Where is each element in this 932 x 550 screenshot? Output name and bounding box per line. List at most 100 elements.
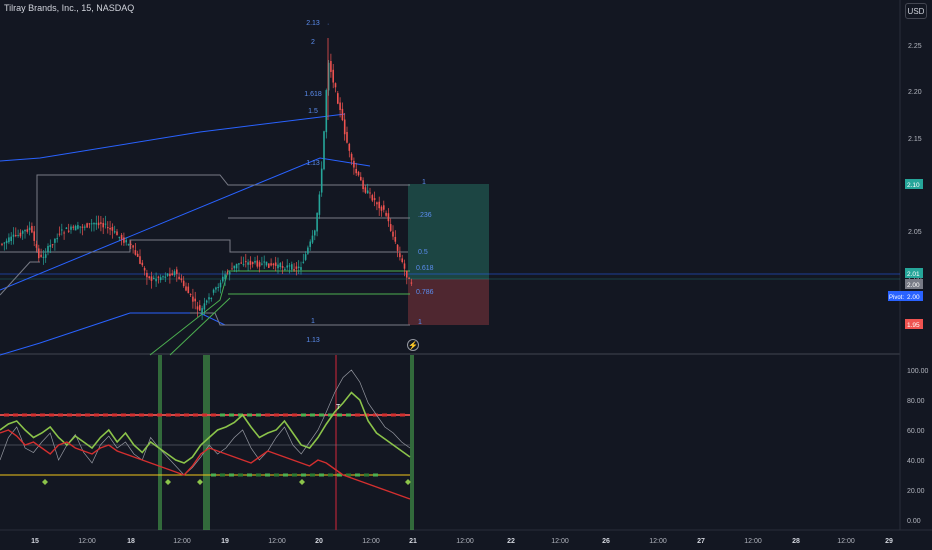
- candle-body: [226, 272, 229, 274]
- symbol-title[interactable]: Tilray Brands, Inc., 15, NASDAQ: [4, 3, 134, 13]
- candle-body: [380, 206, 383, 211]
- candle-body: [279, 263, 282, 268]
- candle-body: [196, 306, 199, 310]
- candle-body: [173, 271, 176, 276]
- candle-body: [360, 176, 362, 181]
- candle-body: [139, 256, 141, 264]
- candle-body: [79, 226, 81, 228]
- candle-body: [350, 153, 353, 161]
- candle-body: [240, 262, 242, 264]
- fib-label-left-3: 1.5: [308, 108, 318, 115]
- candle-body: [157, 276, 160, 278]
- candle-body: [268, 263, 270, 268]
- osc-top-marker: [175, 413, 180, 417]
- candle-body: [148, 276, 150, 279]
- candle-body: [215, 287, 217, 290]
- candle-body: [270, 263, 272, 266]
- time-label-5: 12:00: [268, 538, 286, 545]
- candle-body: [265, 261, 268, 266]
- candle-body: [295, 266, 298, 269]
- candle-body: [141, 262, 144, 266]
- fib-label-left-0: 2.13: [306, 20, 320, 27]
- candle-body: [362, 180, 364, 190]
- osc-diamond-0: [42, 479, 48, 485]
- candle-body: [311, 235, 314, 243]
- fib-label-left-2: 1.618: [304, 91, 322, 98]
- candle-body: [24, 229, 26, 232]
- candle-body: [63, 232, 65, 234]
- time-label-17: 12:00: [837, 538, 855, 545]
- candle-body: [369, 192, 371, 194]
- candle-body: [180, 278, 183, 281]
- candle-body: [224, 274, 226, 279]
- candle-body: [116, 231, 118, 236]
- candle-body: [343, 119, 346, 135]
- osc-bottom-marker: [265, 473, 270, 477]
- chart-area[interactable]: 2.13 2 1.618 1.5 1.13 1 1.13 · 1 .236 0.5 0.618 0.78…: [0, 0, 932, 550]
- osc-bottom-marker: [364, 473, 369, 477]
- green-band-0: [158, 355, 162, 530]
- candle-body: [194, 298, 196, 302]
- candle-body: [77, 225, 79, 229]
- trend-line-middle: [0, 157, 371, 291]
- channel-mid: [0, 239, 408, 253]
- candle-body: [26, 229, 29, 232]
- osc-top-marker: [103, 413, 108, 417]
- osc-top-marker: [112, 413, 117, 417]
- time-label-0: 15: [31, 538, 39, 545]
- candle-body: [54, 238, 56, 243]
- osc-bottom-marker: [373, 473, 378, 477]
- candle-body: [201, 308, 203, 313]
- candle-body: [21, 231, 24, 234]
- candle-body: [109, 227, 111, 230]
- time-label-13: 12:00: [649, 538, 667, 545]
- candle-body: [394, 236, 397, 242]
- candle-body: [314, 230, 316, 236]
- candle-body: [355, 168, 357, 174]
- candle-body: [51, 244, 54, 246]
- osc-top-marker: [76, 413, 81, 417]
- trend-line-lower: [0, 312, 408, 356]
- candle-body: [143, 267, 146, 271]
- osc-top-marker: [382, 413, 387, 417]
- time-label-15: 12:00: [744, 538, 762, 545]
- candle-body: [130, 243, 132, 245]
- candle-body: [316, 212, 318, 232]
- candle-body: [399, 253, 401, 258]
- candle-body: [67, 230, 70, 232]
- candle-body: [42, 256, 45, 258]
- osc-diamond-3: [299, 479, 305, 485]
- osc-top-marker: [337, 413, 342, 417]
- candle-body: [293, 269, 295, 271]
- candle-body: [371, 195, 374, 201]
- osc-top-marker: [400, 413, 405, 417]
- osc-bottom-marker: [310, 473, 315, 477]
- candle-body: [251, 262, 254, 265]
- time-label-1: 12:00: [78, 538, 96, 545]
- candle-body: [297, 266, 300, 269]
- candle-body: [208, 297, 210, 300]
- candle-body: [373, 198, 376, 201]
- candle-body: [123, 237, 125, 243]
- candle-body: [203, 303, 206, 310]
- candle-body: [134, 250, 137, 255]
- osc-top-marker: [265, 413, 270, 417]
- osc-bottom-marker: [274, 473, 279, 477]
- candle-body: [366, 190, 369, 194]
- candle-body: [205, 300, 208, 303]
- channel-left: [0, 261, 40, 296]
- currency-button[interactable]: USD: [905, 3, 927, 19]
- candle-body: [353, 160, 355, 168]
- candle-body: [187, 286, 190, 294]
- candle-body: [3, 242, 6, 244]
- fib-label-left-1: 2: [311, 39, 315, 46]
- osc-top-marker: [229, 413, 234, 417]
- lightning-icon[interactable]: ⚡: [407, 339, 419, 351]
- candle-body: [346, 131, 348, 143]
- time-label-3: 12:00: [173, 538, 191, 545]
- candle-body: [410, 282, 413, 284]
- osc-top-marker: [202, 413, 207, 417]
- candle-body: [325, 90, 328, 133]
- osc-top-marker: [292, 413, 297, 417]
- osc-top-marker: [247, 413, 252, 417]
